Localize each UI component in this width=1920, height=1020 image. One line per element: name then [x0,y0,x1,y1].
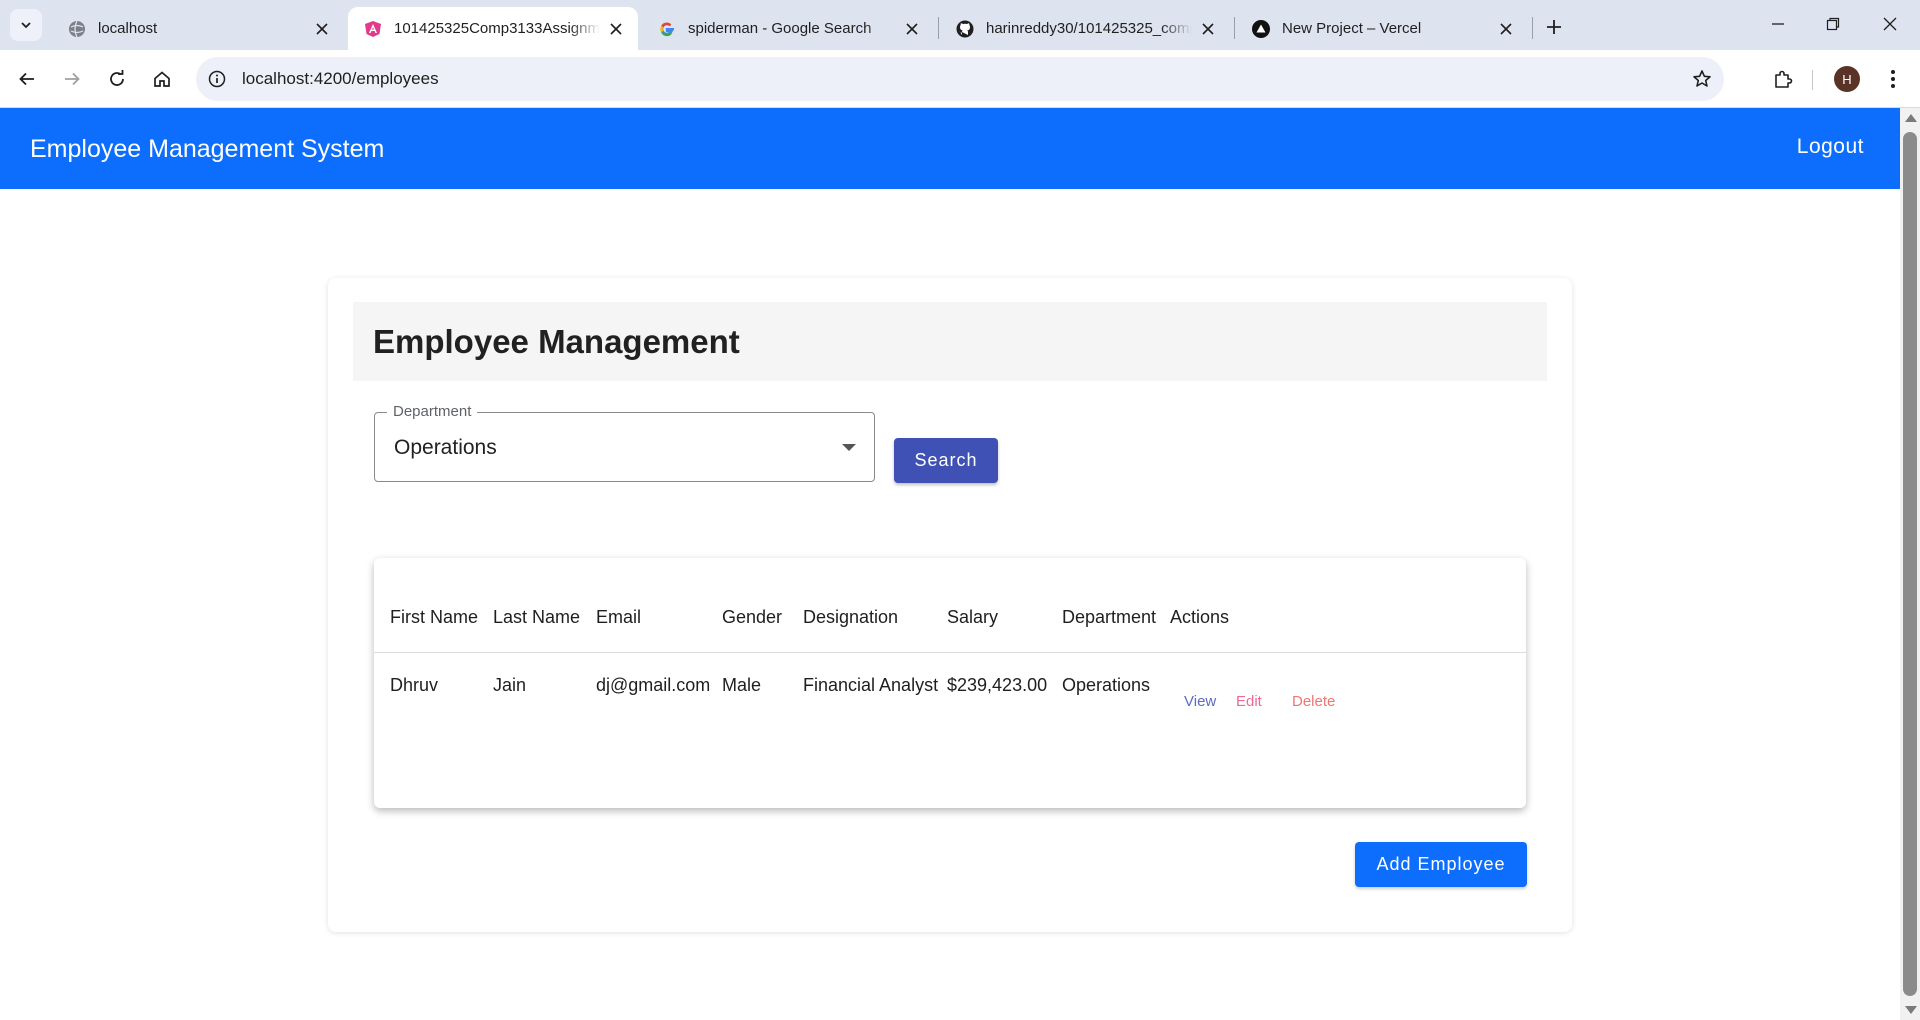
page-viewport: Employee Management System Logout Employ… [0,108,1920,1020]
arrow-left-icon [19,72,34,86]
google-icon [658,20,676,38]
browser-menu-button[interactable] [1876,62,1910,96]
tab-divider [1532,17,1533,39]
cell-department: Operations [1062,675,1151,695]
reload-button[interactable] [100,62,134,96]
page-title: Employee Management [373,323,740,360]
tab-divider [938,17,939,39]
restore-icon [1826,17,1840,31]
tab-github[interactable]: harinreddy30/101425325_comp3133 [940,7,1230,50]
dropdown-arrow-icon[interactable] [842,444,856,451]
profile-avatar[interactable]: H [1834,66,1860,92]
delete-button[interactable]: Delete [1292,693,1335,710]
scrollbar-thumb[interactable] [1903,132,1917,996]
browser-toolbar: localhost:4200/employees H [0,50,1920,108]
tab-divider [1234,17,1235,39]
tab-strip: localhost 101425325Comp3133Assignment sp… [0,0,1920,50]
window-close-button[interactable] [1872,8,1908,40]
toolbar-divider [1812,70,1813,90]
puzzle-icon [1775,70,1793,88]
column-header-gender: Gender [722,607,783,627]
tab-google-search[interactable]: spiderman - Google Search [642,7,934,50]
cell-last-name: Jain [493,675,527,695]
site-info-icon[interactable] [206,68,228,90]
close-icon[interactable] [312,19,332,39]
close-icon[interactable] [1198,19,1218,39]
tab-vercel[interactable]: New Project – Vercel [1236,7,1528,50]
scroll-down-arrow-icon[interactable] [1905,1006,1917,1014]
app-navbar: Employee Management System Logout [0,108,1900,189]
tab-title: New Project – Vercel [1282,20,1422,37]
logout-button[interactable]: Logout [1797,135,1864,159]
card-header: Employee Management [353,302,1547,381]
edit-button[interactable]: Edit [1236,693,1262,710]
bookmark-star-icon[interactable] [1690,67,1714,91]
forward-button[interactable] [55,62,89,96]
back-button[interactable] [10,62,44,96]
extensions-button[interactable] [1766,62,1800,96]
cell-designation: Financial Analyst [803,675,939,695]
department-select[interactable]: Department Operations [374,403,875,482]
arrow-right-icon [65,72,80,86]
plus-icon [1547,20,1561,34]
tab-title: harinreddy30/101425325_comp3133 [986,20,1192,37]
column-header-first-name: First Name [390,607,479,627]
globe-icon [68,20,86,38]
employee-table: First Name Last Name Email Gender Design… [374,558,1526,808]
department-value[interactable]: Operations [394,436,497,460]
minimize-icon [1772,23,1784,25]
cell-first-name: Dhruv [390,675,439,695]
close-icon[interactable] [606,19,626,39]
column-header-email: Email [596,607,642,627]
url-text[interactable]: localhost:4200/employees [242,69,439,89]
kebab-menu-icon [1891,70,1895,88]
home-button[interactable] [145,62,179,96]
minimize-button[interactable] [1760,8,1796,40]
column-header-actions: Actions [1170,607,1230,627]
view-button[interactable]: View [1184,693,1216,710]
add-employee-button[interactable]: Add Employee [1355,842,1527,887]
column-header-last-name: Last Name [493,607,581,627]
column-header-department: Department [1062,607,1157,627]
department-label: Department [387,403,478,420]
scroll-up-arrow-icon[interactable] [1905,114,1917,122]
column-header-salary: Salary [947,607,999,627]
new-tab-button[interactable] [1540,13,1568,41]
cell-salary: $239,423.00 [947,675,1048,695]
close-icon[interactable] [1496,19,1516,39]
reload-icon [110,70,124,86]
tab-title: localhost [98,20,158,37]
column-header-designation: Designation [803,607,899,627]
vercel-icon [1252,19,1270,38]
tab-title: spiderman - Google Search [688,20,872,37]
angular-icon [364,20,382,38]
address-bar[interactable]: localhost:4200/employees [196,57,1724,101]
header-divider [374,652,1526,653]
tab-localhost[interactable]: localhost [52,7,344,50]
employee-management-card: Employee Management Department Operation… [328,278,1572,932]
tab-assignment[interactable]: 101425325Comp3133Assignment [348,7,638,50]
cell-email: dj@gmail.com [596,675,711,695]
tab-search-button[interactable] [10,9,42,41]
close-icon [1883,17,1897,31]
cell-gender: Male [722,675,762,695]
restore-button[interactable] [1815,8,1851,40]
home-icon [154,71,170,87]
close-icon[interactable] [902,19,922,39]
chevron-down-icon [21,22,31,29]
search-button[interactable]: Search [894,438,998,483]
page-scrollbar[interactable] [1900,108,1920,1020]
github-icon [956,20,974,38]
app-brand[interactable]: Employee Management System [30,135,384,164]
tab-title: 101425325Comp3133Assignment [394,20,600,37]
